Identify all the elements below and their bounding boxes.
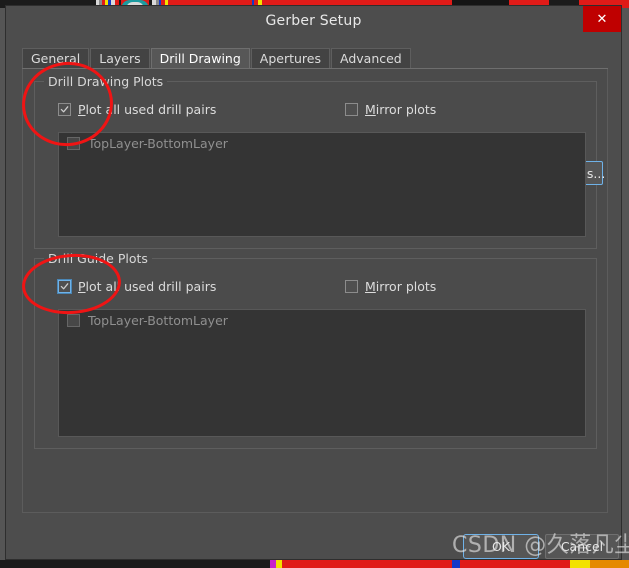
drill-pair-guide-checkbox[interactable] [67,314,80,327]
checkbox-row-plot-all-drill-guide[interactable]: Plot all used drill pairs [57,279,216,294]
background-bottom-segment-5 [460,560,570,568]
tab-layers[interactable]: Layers [90,48,150,68]
mnemonic-letter: M [365,279,376,294]
label-rest: irror plots [375,279,437,294]
gerber-setup-dialog: Gerber Setup ✕ General Layers Drill Drawin… [5,5,622,560]
checkbox-mirror-plots-drawing[interactable] [345,103,358,116]
background-bottom-segment-4 [452,560,460,568]
checkbox-row-mirror-plots-guide[interactable]: Mirror plots [345,279,436,294]
list-item[interactable]: TopLayer-BottomLayer [59,310,585,331]
tab-general[interactable]: General [22,48,90,68]
label-mirror-plots-guide: Mirror plots [365,279,436,294]
tab-drill[interactable]: Drill Drawing [150,48,250,68]
cancel-button[interactable]: Cancel [545,534,619,559]
mnemonic-letter: M [365,102,376,117]
checkbox-mirror-plots-guide[interactable] [345,280,358,293]
drill-pair-list-guide[interactable]: TopLayer-BottomLayer [58,309,586,437]
tab-aperture[interactable]: Apertures [250,48,330,68]
group-drill-guide-plots: Drill Guide Plots Plot all used drill pa… [34,251,597,449]
label-plot-all-used-drill-pairs-drawing: Plot all used drill pairs [78,102,216,117]
close-icon[interactable]: ✕ [583,6,621,32]
drill-pair-list-drawing[interactable]: TopLayer-BottomLayer [58,132,586,237]
checkbox-plot-all-used-drill-pairs-guide[interactable] [57,279,72,294]
mnemonic-letter: P [78,102,86,117]
checkbox-row-mirror-plots-drawing[interactable]: Mirror plots [345,102,436,117]
drill-pair-drawing-checkbox[interactable] [67,137,80,150]
mnemonic-letter: P [78,279,86,294]
group-drill-drawing-plots: Drill Drawing Plots Plot all used drill … [34,74,605,249]
checkbox-plot-all-used-drill-pairs-drawing[interactable] [58,103,71,116]
background-bottom-segment-7 [590,560,629,568]
dialog-titlebar[interactable]: Gerber Setup ✕ [6,6,621,37]
dialog-title: Gerber Setup [265,13,362,29]
label-plot-all-used-drill-pairs-guide: Plot all used drill pairs [78,279,216,294]
background-bottom-segment-0 [0,560,270,568]
checkbox-row-plot-all-drill-drawing[interactable]: Plot all used drill pairs [58,102,216,117]
label-mirror-plots-drawing: Mirror plots [365,102,436,117]
background-bottom-segment-6 [570,560,590,568]
label-rest: lot all used drill pairs [85,279,217,294]
group-drill-drawing-plots-label: Drill Drawing Plots [44,74,168,89]
list-item[interactable]: TopLayer-BottomLayer [59,133,585,154]
label-rest: irror plots [375,102,437,117]
drill-pair-drawing-label: TopLayer-BottomLayer [88,136,228,151]
tab-page-drill-drawing: Drill Drawing Plots Plot all used drill … [22,69,608,513]
background-bottom-segment-3 [282,560,452,568]
tab-bar: General Layers Drill Drawing Apertures Advan… [22,48,608,69]
drill-pair-guide-label: TopLayer-BottomLayer [88,313,228,328]
group-drill-guide-plots-label: Drill Guide Plots [44,251,152,266]
tab-advanced[interactable]: Advanced [331,48,411,68]
label-rest: lot all used drill pairs [85,102,217,117]
ok-button[interactable]: OK [463,534,539,559]
